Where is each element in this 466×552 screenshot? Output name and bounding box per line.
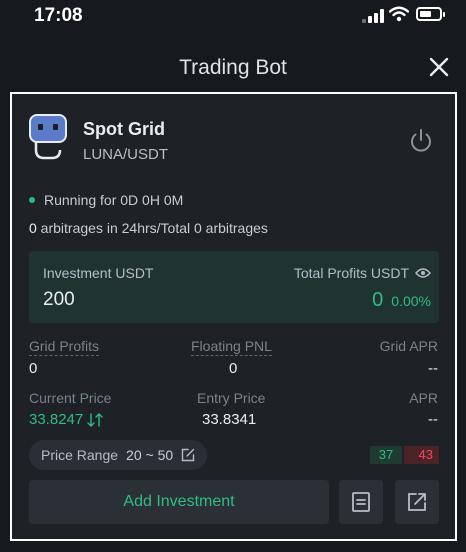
entry-price-label: Entry Price xyxy=(197,390,266,406)
apr-value: -- xyxy=(428,411,438,428)
status-bar: 17:08 xyxy=(0,0,466,36)
buy-order-count: 37 xyxy=(370,446,402,464)
wifi-icon xyxy=(389,6,409,22)
arbitrage-text: arbitrages in 24hrs/Total 0 arbitrages xyxy=(36,220,268,236)
add-investment-button[interactable]: Add Investment xyxy=(29,480,329,524)
page-title: Trading Bot xyxy=(179,56,287,79)
running-time: Running for 0D 0H 0M xyxy=(44,192,184,208)
status-indicator xyxy=(29,197,35,203)
swap-icon[interactable] xyxy=(87,412,103,427)
bot-name: Spot Grid xyxy=(83,119,165,139)
power-icon[interactable] xyxy=(408,128,434,154)
signal-icon xyxy=(362,9,384,23)
arbitrage-summary: 0 arbitrages in 24hrs/Total 0 arbitrages xyxy=(29,220,268,236)
grid-profits-value: 0 xyxy=(29,360,38,377)
bot-card: Spot Grid LUNA/USDT Running for 0D 0H 0M… xyxy=(10,92,457,541)
arbitrage-count: 0 xyxy=(29,220,37,236)
bot-avatar-icon xyxy=(29,114,67,160)
price-range-label: Price Range xyxy=(41,447,119,463)
grid-apr-label: Grid APR xyxy=(379,338,438,354)
grid-profits-label[interactable]: Grid Profits xyxy=(29,338,100,356)
details-icon xyxy=(352,492,370,512)
total-profits-label: Total Profits USDT xyxy=(293,265,409,281)
battery-icon xyxy=(416,7,445,21)
total-profits-label-group: Total Profits USDT xyxy=(294,265,431,281)
grid-apr-value: -- xyxy=(428,360,438,377)
floating-pnl-value: 0 xyxy=(229,360,238,377)
floating-pnl-label[interactable]: Floating PNL xyxy=(191,338,272,356)
status-time: 17:08 xyxy=(34,5,83,26)
entry-price-value: 33.8341 xyxy=(202,411,257,428)
investment-label: Investment USDT xyxy=(43,265,154,281)
apr-label: APR xyxy=(409,390,438,406)
investment-value: 200 xyxy=(43,289,75,310)
current-price-group: 33.8247 xyxy=(29,411,103,428)
details-button[interactable] xyxy=(339,480,383,524)
close-icon[interactable] xyxy=(428,56,450,78)
sell-order-count: 43 xyxy=(404,446,439,464)
price-range-chip[interactable]: Price Range 20 ~ 50 xyxy=(29,440,208,470)
total-profits-percent: 0.00% xyxy=(391,293,431,309)
price-range-value: 20 ~ 50 xyxy=(126,447,174,463)
share-icon xyxy=(408,493,426,511)
edit-icon[interactable] xyxy=(181,448,195,462)
current-price-label: Current Price xyxy=(29,390,112,406)
investment-panel: Investment USDT 200 Total Profits USDT 0… xyxy=(29,251,439,323)
bot-pair: LUNA/USDT xyxy=(83,146,169,163)
share-button[interactable] xyxy=(395,480,439,524)
eye-icon[interactable] xyxy=(415,267,431,279)
current-price-value: 33.8247 xyxy=(29,411,84,428)
total-profits-value: 0 xyxy=(372,289,384,311)
total-profits-value-group: 0 0.00% xyxy=(372,289,431,312)
